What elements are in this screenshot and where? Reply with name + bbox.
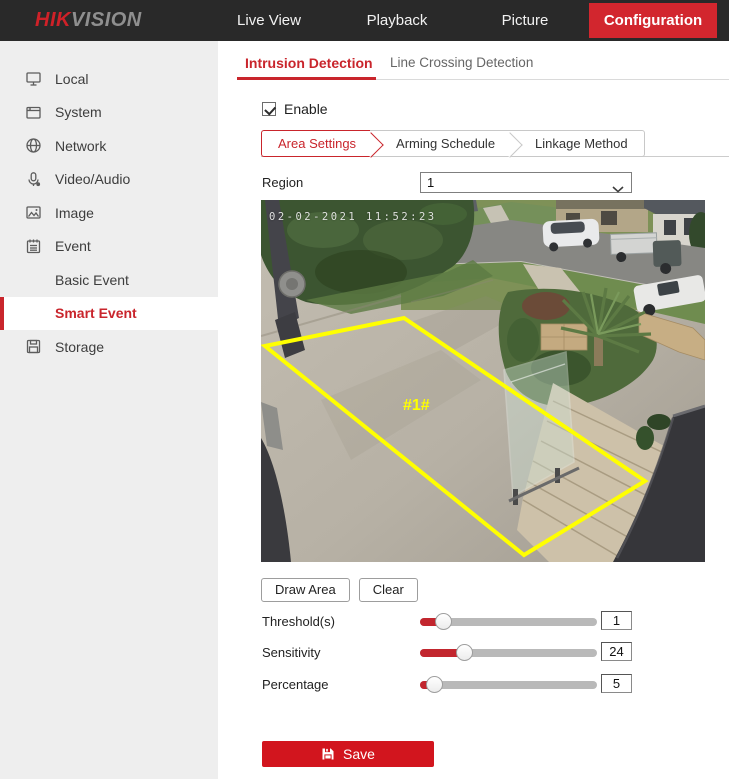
storage-icon [25, 338, 42, 355]
threshold-slider-row: Threshold(s) 1 [218, 610, 729, 632]
threshold-label: Threshold(s) [262, 614, 335, 629]
sidebar-item-label: Smart Event [55, 305, 137, 321]
save-icon [321, 747, 335, 761]
clear-button[interactable]: Clear [359, 578, 418, 602]
save-button[interactable]: Save [262, 741, 434, 767]
active-tab-underline [237, 77, 376, 80]
sidebar-item-video-audio[interactable]: Video/Audio [0, 163, 218, 197]
slider-thumb[interactable] [426, 676, 443, 693]
tab-intrusion-detection[interactable]: Intrusion Detection [245, 55, 373, 71]
sidebar-item-local[interactable]: Local [0, 62, 218, 96]
system-icon [25, 104, 42, 121]
sidebar-item-system[interactable]: System [0, 96, 218, 130]
settings-subtabs: Area Settings Arming Schedule Linkage Me… [261, 130, 729, 157]
sensitivity-slider-row: Sensitivity 24 [218, 641, 729, 663]
subtab-label: Arming Schedule [396, 136, 495, 151]
sensitivity-label: Sensitivity [262, 645, 321, 660]
top-navigation: Live View Playback Picture Configuration [205, 0, 717, 41]
sidebar-item-network[interactable]: Network [0, 129, 218, 163]
draw-area-button[interactable]: Draw Area [261, 578, 350, 602]
region-number-overlay: #1# [403, 397, 430, 415]
monitor-icon [25, 70, 42, 87]
percentage-value-field[interactable]: 5 [601, 674, 632, 693]
save-label: Save [343, 746, 375, 762]
sidebar-item-image[interactable]: Image [0, 196, 218, 230]
enable-row: Enable [262, 101, 328, 117]
nav-playback[interactable]: Playback [333, 0, 461, 41]
app-window: HIKVISION Live View Playback Picture Con… [0, 0, 729, 779]
sidebar-item-storage[interactable]: Storage [0, 330, 218, 364]
nav-live-view[interactable]: Live View [205, 0, 333, 41]
sidebar-item-label: Storage [55, 339, 104, 355]
subtab-linkage-method[interactable]: Linkage Method [509, 130, 645, 157]
video-feed[interactable]: 02-02-2021 11:52:23 #1# [261, 200, 705, 562]
subtab-label: Area Settings [278, 136, 356, 151]
sidebar-item-label: Local [55, 71, 88, 87]
draw-buttons-row: Draw Area Clear [261, 578, 418, 602]
globe-icon [25, 137, 42, 154]
enable-checkbox[interactable] [262, 102, 276, 116]
region-label: Region [262, 175, 303, 190]
sensitivity-value-field[interactable]: 24 [601, 642, 632, 661]
sidebar-item-label: Video/Audio [55, 171, 130, 187]
logo-part-red: HIK [35, 9, 71, 31]
osd-timestamp: 02-02-2021 11:52:23 [269, 211, 437, 223]
sidebar-item-label: Image [55, 205, 94, 221]
logo-part-gray: VISION [71, 9, 142, 31]
subtab-area-settings[interactable]: Area Settings [261, 130, 370, 157]
sidebar-item-event[interactable]: Event [0, 230, 218, 264]
sidebar-item-label: Basic Event [55, 272, 129, 288]
sidebar: Local System Network Video/Audio [0, 41, 218, 779]
sidebar-item-label: Network [55, 138, 106, 154]
tab-line-crossing-detection[interactable]: Line Crossing Detection [390, 55, 533, 70]
slider-thumb[interactable] [456, 644, 473, 661]
region-dropdown[interactable]: 1 [420, 172, 632, 193]
hikvision-logo: HIKVISION [35, 0, 142, 41]
percentage-slider-row: Percentage 5 [218, 673, 729, 695]
region-value: 1 [427, 175, 434, 190]
slider-thumb[interactable] [435, 613, 452, 630]
sidebar-item-smart-event[interactable]: Smart Event [0, 297, 218, 331]
threshold-value-field[interactable]: 1 [601, 611, 632, 630]
percentage-label: Percentage [262, 677, 329, 692]
main-content: Intrusion Detection Line Crossing Detect… [218, 41, 729, 779]
event-icon [25, 238, 42, 255]
image-icon [25, 204, 42, 221]
subtab-arming-schedule[interactable]: Arming Schedule [370, 130, 509, 157]
threshold-slider[interactable] [420, 618, 597, 626]
nav-configuration[interactable]: Configuration [589, 3, 717, 38]
enable-label: Enable [284, 101, 328, 117]
nav-picture[interactable]: Picture [461, 0, 589, 41]
sidebar-item-label: System [55, 104, 102, 120]
sensitivity-slider[interactable] [420, 649, 597, 657]
percentage-slider[interactable] [420, 681, 597, 689]
top-header: HIKVISION Live View Playback Picture Con… [0, 0, 729, 41]
chevron-down-icon [612, 180, 624, 198]
microphone-icon [25, 171, 42, 188]
sidebar-item-label: Event [55, 238, 91, 254]
sidebar-item-basic-event[interactable]: Basic Event [0, 263, 218, 297]
subtab-label: Linkage Method [535, 136, 628, 151]
camera-scene [261, 200, 705, 562]
